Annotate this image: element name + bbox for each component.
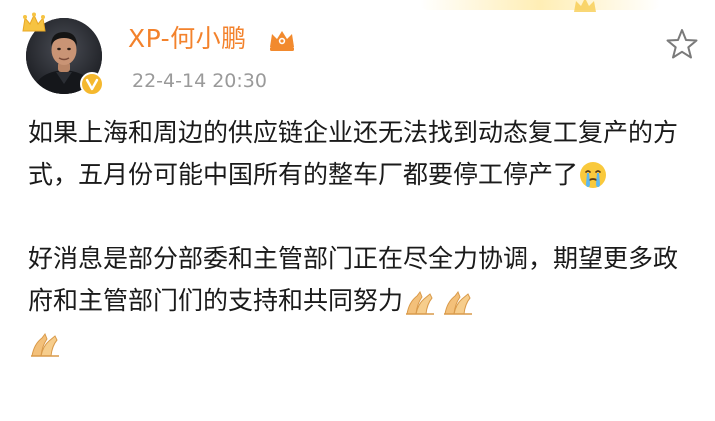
avatar-container[interactable] <box>20 12 106 98</box>
folded-hands-icon <box>403 288 437 316</box>
post-timestamp: 22-4-14 20:30 <box>132 70 267 92</box>
folded-hands-icon <box>441 288 475 316</box>
paragraph-text: 好消息是部分部委和主管部门正在尽全力协调，期望更多政府和主管部门们的支持和共同努… <box>28 244 679 315</box>
post-paragraph: 如果上海和周边的供应链企业还无法找到动态复工复产的方式，五月份可能中国所有的整车… <box>28 112 693 196</box>
post-content: 如果上海和周边的供应链企业还无法找到动态复工复产的方式，五月份可能中国所有的整车… <box>28 112 693 364</box>
folded-hands-icon <box>28 330 62 358</box>
vip-member-icon[interactable] <box>267 27 297 53</box>
crown-icon <box>22 12 46 32</box>
author-name[interactable]: XP-何小鹏 <box>128 24 247 54</box>
star-outline-icon[interactable] <box>664 26 700 62</box>
header-decoration <box>420 0 660 10</box>
weibo-post-card: XP-何小鹏 22-4-14 20:30 如果上海和周边的供应链企业还无法找到动… <box>0 0 715 421</box>
post-paragraph: 好消息是部分部委和主管部门正在尽全力协调，期望更多政府和主管部门们的支持和共同努… <box>28 238 693 364</box>
verified-badge-icon <box>80 72 104 96</box>
crying-face-icon <box>578 160 608 190</box>
decor-crown-icon <box>574 0 596 12</box>
